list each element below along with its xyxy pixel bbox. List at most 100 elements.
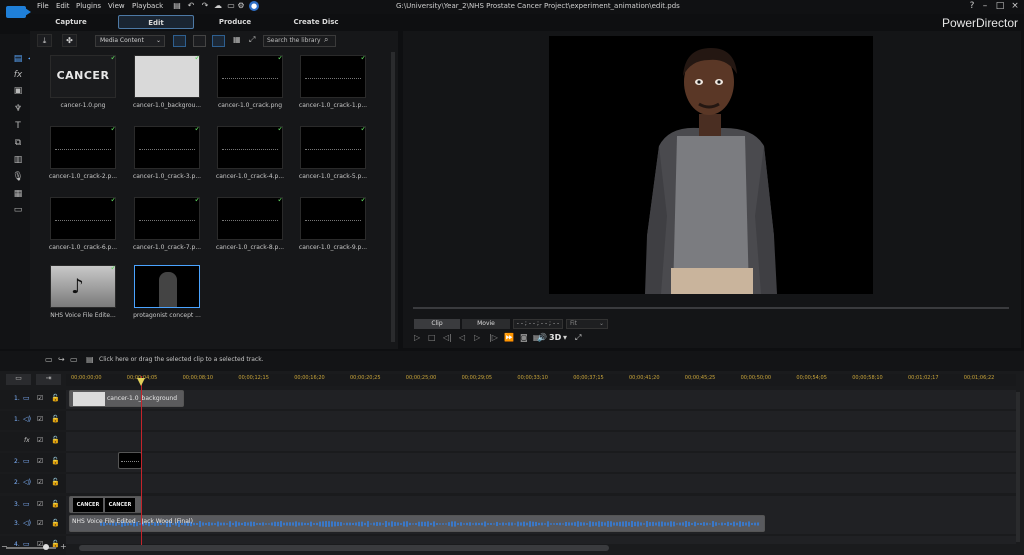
3d-mode-button[interactable]: 3D [549,333,561,342]
grid-view-icon[interactable]: ▦ [233,35,241,44]
movie-mode-button[interactable]: Movie [462,319,510,329]
track-header[interactable]: 3. ◁) ☑ 🔓 [0,515,66,534]
audio-filter-button[interactable] [212,35,225,47]
track-enable-checkbox-icon[interactable]: ☑ [37,394,43,402]
library-item[interactable]: ✓ cancer-1.0_crack-7.p... [133,197,201,255]
modify-icon[interactable]: ▭ [226,1,236,11]
track-lock-icon[interactable]: 🔓 [51,500,60,508]
library-scrollbar[interactable] [391,52,395,342]
track-enable-checkbox-icon[interactable]: ☑ [37,457,43,465]
search-icon[interactable]: ⌕ [324,35,328,45]
track-header[interactable]: 4. ▭ ☑ 🔓 [0,536,66,555]
tab-create-disc[interactable]: Create Disc [280,15,352,29]
menu-edit[interactable]: Edit [56,2,70,10]
library-item[interactable]: protagonist concept ... [133,265,201,323]
help-icon[interactable]: ? [965,0,979,12]
library-item[interactable]: ✓ cancer-1.0_crack-9.p... [299,197,367,255]
snapshot-icon[interactable]: ◙ [520,333,528,342]
track-enable-checkbox-icon[interactable]: ☑ [37,500,43,508]
track-lane[interactable] [66,496,1016,515]
crack-clip[interactable] [118,452,142,469]
cloud-icon[interactable]: ☁ [213,1,223,11]
pip-room-icon[interactable]: ▣ [11,85,25,97]
fast-forward-icon[interactable]: ⏩ [504,333,514,342]
menu-view[interactable]: View [108,2,125,10]
track-lock-icon[interactable]: 🔓 [51,394,60,402]
timeline-view-button[interactable]: ▭ [6,374,31,385]
zoom-slider-knob[interactable] [43,544,49,550]
track-lock-icon[interactable]: 🔓 [51,436,60,444]
menu-file[interactable]: File [37,2,49,10]
next-frame-icon[interactable]: |▷ [489,333,498,342]
track-lane[interactable] [66,432,1016,451]
play-icon[interactable]: ▷ [414,333,420,342]
media-room-icon[interactable]: ▤ [11,53,25,65]
undo-icon[interactable]: ↶ [186,1,196,11]
minimize-icon[interactable]: – [978,0,992,12]
library-item[interactable]: ✓ cancer-1.0_crack-5.p... [299,126,367,184]
fullscreen-icon[interactable]: ⤢ [249,35,255,45]
track-lane[interactable] [66,474,1016,493]
subtitle-room-icon[interactable]: ▭ [11,204,25,216]
library-item[interactable]: ✓ cancer-1.0_crack-8.p... [216,197,284,255]
redo-icon[interactable]: ↷ [200,1,210,11]
library-item[interactable]: ✓ cancer-1.0_crack-4.p... [216,126,284,184]
next-icon[interactable]: ▷ [474,333,480,342]
fx-room-icon[interactable]: fx [11,69,25,81]
track-lane[interactable] [66,411,1016,430]
library-item[interactable]: ✓ cancer-1.0_crack.png [217,55,283,113]
track-header[interactable]: fx ☑ 🔓 [0,432,66,451]
audio-clip[interactable]: NHS Voice File Edited - Jack Wood (Final… [69,515,765,532]
preview-seek-bar[interactable] [413,307,1009,309]
library-item[interactable]: ✓ cancer-1.0_crack-3.p... [133,126,201,184]
previous-frame-icon[interactable]: ◁| [443,333,452,342]
app-logo-icon[interactable] [6,6,31,18]
volume-speaker-icon[interactable]: 🔊 [537,333,547,342]
save-icon[interactable]: ▤ [172,1,182,11]
library-item[interactable]: ✓ cancer-1.0_crack-2.p... [49,126,117,184]
close-icon[interactable]: × [1008,0,1022,12]
track-header[interactable]: 2. ▭ ☑ 🔓 [0,453,66,472]
crossfade-icon[interactable]: ▭ [70,355,78,364]
track-header[interactable]: 2. ◁) ☑ 🔓 [0,474,66,493]
settings-gear-icon[interactable]: ⚙ [236,1,246,11]
maximize-icon[interactable]: □ [993,0,1007,12]
media-content-dropdown[interactable]: Media Content ⌄ [95,35,165,47]
background-clip[interactable]: cancer-1.0_background [69,390,184,407]
chapter-room-icon[interactable]: ▦ [11,188,25,200]
timeline-horizontal-scrollbar[interactable] [79,545,609,551]
replace-icon[interactable]: ▤ [86,355,94,364]
zoom-in-icon[interactable]: + [60,542,67,551]
library-item[interactable]: ✓ cancer-1.0_backgrou... [133,55,201,113]
track-header[interactable]: 3. ▭ ☑ 🔓 [0,496,66,515]
menu-plugins[interactable]: Plugins [76,2,101,10]
track-header[interactable]: 1. ◁) ☑ 🔓 [0,411,66,430]
chevron-down-icon[interactable]: ▾ [563,333,567,342]
track-lock-icon[interactable]: 🔓 [51,519,60,527]
playhead[interactable] [141,376,142,545]
track-lane[interactable] [66,390,1016,409]
tab-edit[interactable]: Edit [118,15,194,29]
track-lock-icon[interactable]: 🔓 [51,415,60,423]
video-filter-button[interactable] [173,35,186,47]
plugin-button[interactable]: ✤ [62,34,77,47]
track-enable-checkbox-icon[interactable]: ☑ [37,519,43,527]
storyboard-view-button[interactable]: ⇥ [36,374,61,385]
track-enable-checkbox-icon[interactable]: ☑ [37,415,43,423]
track-lane[interactable] [66,453,1016,472]
track-lock-icon[interactable]: 🔓 [51,457,60,465]
library-item[interactable]: ♪✓NHS Voice File Edite... [50,265,116,323]
track-lane[interactable] [66,536,1016,544]
particle-room-icon[interactable]: ♆ [11,103,25,115]
cancer-clip[interactable]: CANCER CANCER [69,496,142,513]
import-media-button[interactable]: ⤓ [37,34,52,47]
audio-mixing-room-icon[interactable]: ▥ [11,154,25,166]
zoom-fit-dropdown[interactable]: Fit ⌄ [566,319,608,329]
overwrite-icon[interactable]: ↪ [58,355,65,364]
clip-mode-button[interactable]: Clip [414,319,460,329]
transition-room-icon[interactable]: ⧉ [11,137,25,149]
library-item[interactable]: ✓ cancer-1.0_crack-1.p... [299,55,367,113]
library-item[interactable]: ✓ cancer-1.0_crack-6.p... [49,197,117,255]
image-filter-button[interactable] [193,35,206,47]
menu-playback[interactable]: Playback [132,2,163,10]
